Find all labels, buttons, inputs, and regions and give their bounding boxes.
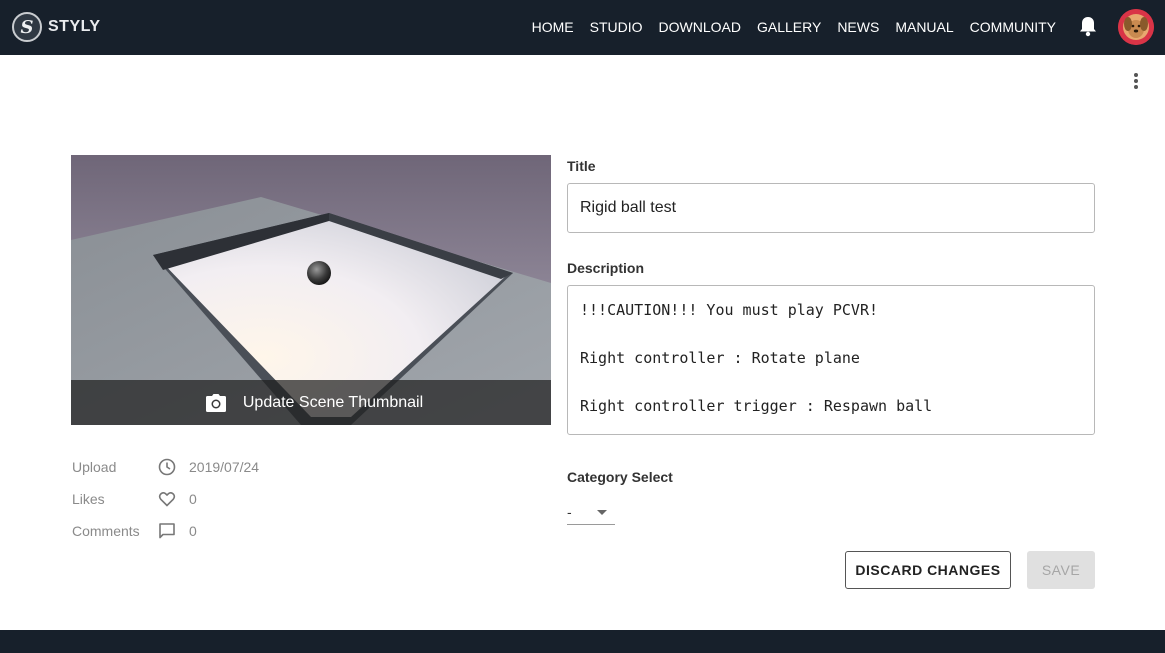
nav-download[interactable]: DOWNLOAD [659,18,741,36]
caret-down-icon [597,509,607,515]
upload-label: Upload [72,459,117,475]
category-select[interactable]: - [567,500,615,525]
clock-icon [158,458,176,476]
category-selected-value: - [567,504,572,520]
nav-manual[interactable]: MANUAL [895,18,953,36]
save-button[interactable]: SAVE [1027,551,1095,589]
bell-icon[interactable] [1078,15,1098,37]
description-line: Right controller trigger : Respawn ball [580,397,933,415]
footer-bar [0,630,1165,653]
upload-date: 2019/07/24 [189,459,260,475]
update-thumbnail-label: Update Scene Thumbnail [242,393,424,411]
stat-upload: Upload 2019/07/24 [72,451,259,483]
description-textarea[interactable]: !!!CAUTION!!! You must play PCVR! Right … [567,285,1095,435]
category-label: Category Select [567,469,673,485]
likes-count: 0 [189,491,197,507]
comments-count: 0 [189,523,197,539]
description-line [580,370,1082,394]
more-vert-icon[interactable] [1126,70,1146,92]
logo-text: STYLY [48,18,101,35]
scene-thumbnail: Update Scene Thumbnail [71,155,551,425]
stat-comments: Comments 0 [72,515,259,547]
nav-community[interactable]: COMMUNITY [970,18,1056,36]
styly-logo[interactable]: S STYLY [12,12,101,42]
update-thumbnail-button[interactable]: Update Scene Thumbnail [71,380,551,425]
camera-icon [205,393,226,412]
comments-label: Comments [72,523,140,539]
title-label: Title [567,158,596,174]
nav-news[interactable]: NEWS [837,18,879,36]
nav-home[interactable]: HOME [532,18,574,36]
main-nav: HOME STUDIO DOWNLOAD GALLERY NEWS MANUAL… [516,18,1056,36]
description-line: Right controller : Rotate plane [580,349,860,367]
description-line [580,322,1082,346]
likes-label: Likes [72,491,105,507]
description-line: !!!CAUTION!!! You must play PCVR! [580,301,879,319]
scene-stats: Upload 2019/07/24 Likes 0 Comments 0 [72,451,259,547]
title-input[interactable] [567,183,1095,233]
description-label: Description [567,260,645,276]
nav-studio[interactable]: STUDIO [590,18,643,36]
nav-gallery[interactable]: GALLERY [757,18,821,36]
heart-icon [158,492,176,507]
comment-icon [159,523,175,539]
logo-mark: S [12,12,42,42]
top-navigation-bar: S STYLY HOME STUDIO DOWNLOAD GALLERY NEW… [0,0,1165,55]
stat-likes: Likes 0 [72,483,259,515]
discard-changes-button[interactable]: DISCARD CHANGES [845,551,1011,589]
user-avatar[interactable] [1118,9,1154,45]
